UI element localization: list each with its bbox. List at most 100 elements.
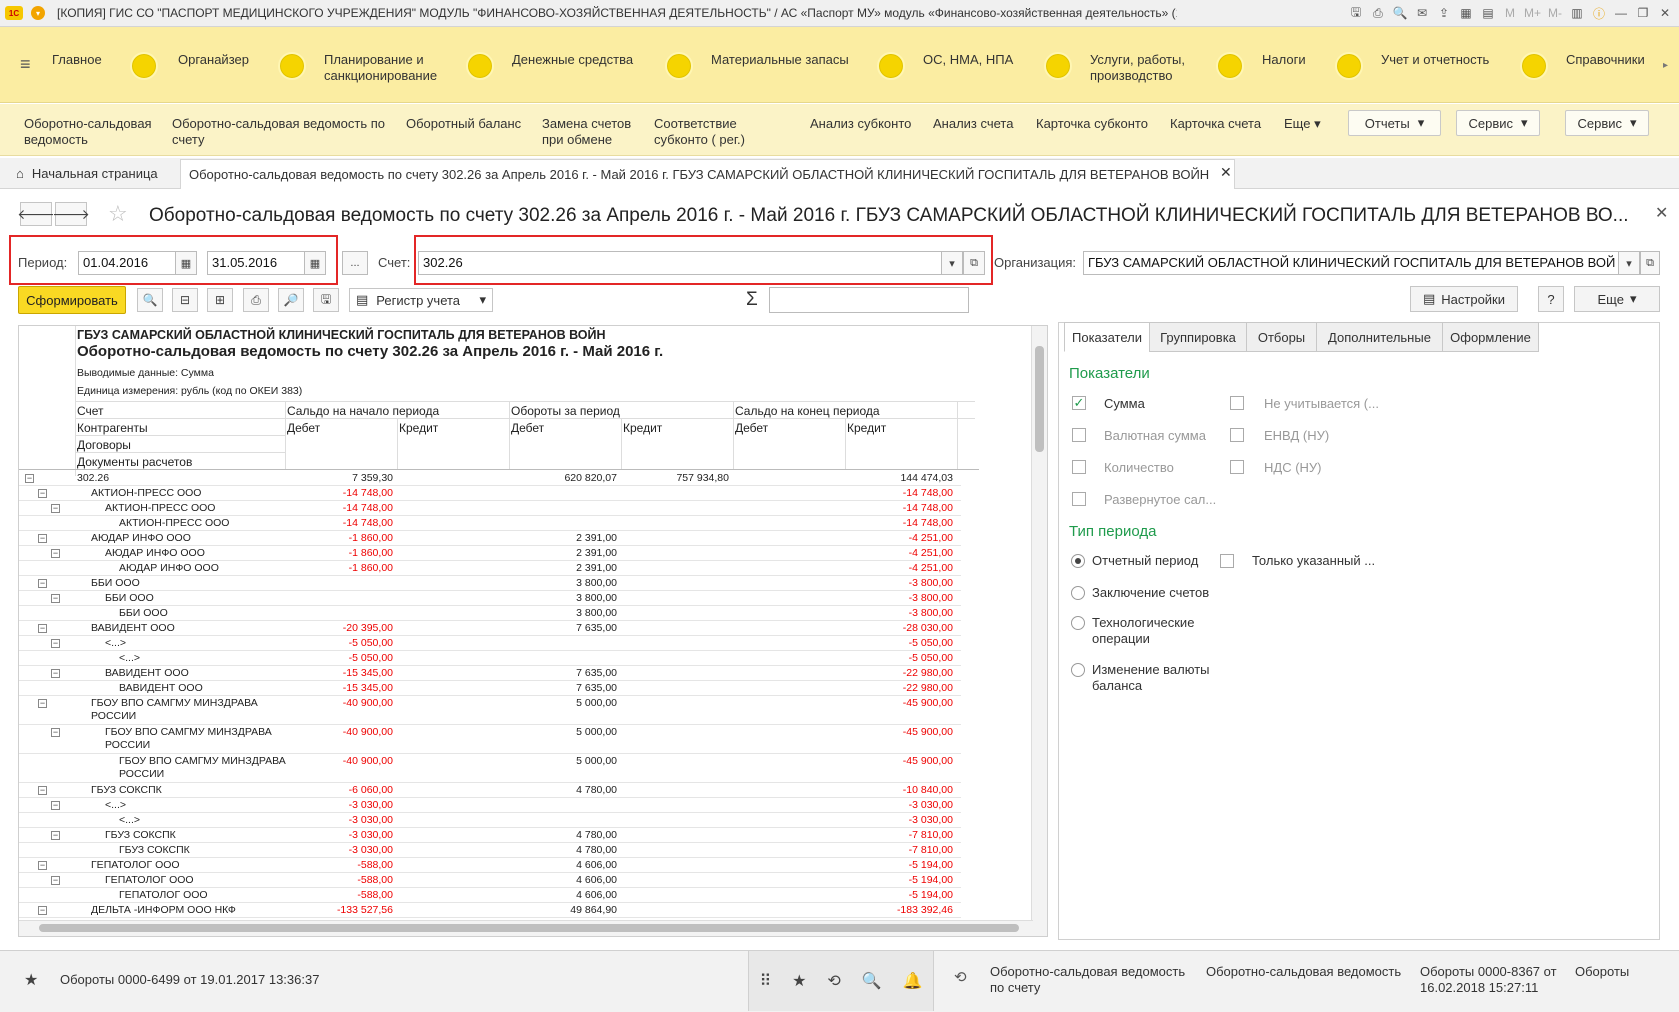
tab-filters[interactable]: Отборы [1246,322,1317,352]
checkbox-vat[interactable] [1230,460,1244,474]
grid-icon[interactable]: ⠿ [759,971,771,991]
history-item[interactable]: Обороты [1575,964,1629,980]
table-row[interactable]: − ВАВИДЕНТ ООО -20 395,00 7 635,00 -28 030,0… [19,621,961,636]
calendar-icon[interactable]: ▦ [175,251,197,275]
tab-indicators[interactable]: Показатели [1064,322,1150,352]
calc-icon[interactable]: ▦ [1458,6,1474,20]
report-hscrollbar[interactable] [19,920,1033,936]
checkbox-envd[interactable] [1230,428,1244,442]
calendar-icon[interactable]: ▦ [304,251,326,275]
section-main[interactable]: Главное [52,27,102,103]
section-cash[interactable]: Денежные средства [466,27,633,103]
section-catalogs[interactable]: Справочники [1520,27,1645,103]
table-row[interactable]: − ГБОУ ВПО САМГМУ МИНЗДРАВА РОССИИ -40 900… [19,725,961,754]
save-icon[interactable]: 🖫 [313,288,339,312]
org-dropdown-icon[interactable]: ▾ [1618,251,1640,275]
collapse-toggle-icon[interactable]: − [38,624,47,633]
table-row[interactable]: − ББИ ООО 3 800,00 -3 800,00 [19,591,961,606]
table-row[interactable]: ГБУЗ СОКСПК -3 030,00 4 780,00 -7 810,00 [19,843,961,858]
export-icon[interactable]: ⇪ [1436,6,1452,20]
form-close-icon[interactable]: ✕ [1655,203,1668,223]
collapse-toggle-icon[interactable]: − [51,831,60,840]
radio-currency-change[interactable] [1071,663,1085,677]
calendar-icon[interactable]: ▤ [1480,6,1496,20]
search-icon[interactable]: 🔍 [137,288,163,312]
reports-button[interactable]: Отчеты ▾ [1348,110,1441,136]
radio-tech-operations[interactable] [1071,616,1085,630]
collapse-toggle-icon[interactable]: − [51,594,60,603]
table-row[interactable]: ББИ ООО 3 800,00 -3 800,00 [19,606,961,621]
maximize-icon[interactable]: ❐ [1635,6,1651,20]
cmd-osv[interactable]: Оборотно-сальдовая ведомость [24,116,159,148]
expand-icon[interactable]: ⊞ [207,288,233,312]
cmd-osv-account[interactable]: Оборотно-сальдовая ведомость по счету [172,116,387,148]
date-from-input[interactable]: 01.04.2016 [78,251,176,275]
close-icon[interactable]: ✕ [1657,6,1673,20]
collapse-toggle-icon[interactable]: − [38,861,47,870]
collapse-toggle-icon[interactable]: − [38,786,47,795]
tab-home[interactable]: ⌂ Начальная страница [16,166,158,181]
history-item[interactable]: Обороты 0000-8367 от 16.02.2018 15:27:11 [1420,964,1560,996]
print-icon[interactable]: ⎙ [243,288,269,312]
collapse-toggle-icon[interactable]: − [25,474,34,483]
collapse-toggle-icon[interactable]: − [38,906,47,915]
table-row[interactable]: − ГБУЗ СОКСПК -3 030,00 4 780,00 -7 810,00 [19,828,961,843]
register-select[interactable]: ▤ Регистр учета ▾ [349,288,493,312]
table-row[interactable]: АЮДАР ИНФО ООО -1 860,00 2 391,00 -4 251,00 [19,561,961,576]
bell-icon[interactable]: 🔔 [903,971,923,991]
save-icon[interactable]: 🖫 [1348,3,1364,24]
date-to-input[interactable]: 31.05.2016 [207,251,305,275]
org-input[interactable]: ГБУЗ САМАРСКИЙ ОБЛАСТНОЙ КЛИНИЧЕСКИЙ ГОС… [1083,251,1619,275]
cmd-account-replace[interactable]: Замена счетов при обмене [542,116,642,148]
table-row[interactable]: − ГБУЗ СОКСПК -6 060,00 4 780,00 -10 840,00 [19,783,961,798]
cmd-subconto-analysis[interactable]: Анализ субконто [810,116,911,132]
section-assets[interactable]: ОС, НМА, НПА [877,27,1013,103]
mem-mminus[interactable]: M- [1547,6,1563,20]
help-button[interactable]: ? [1538,286,1564,312]
main-menu-button[interactable]: ▾ [31,6,45,20]
tab-active-report[interactable]: Оборотно-сальдовая ведомость по счету 30… [180,159,1235,189]
table-row[interactable]: ГБОУ ВПО САМГМУ МИНЗДРАВА РОССИИ -40 900,… [19,754,961,783]
account-open-icon[interactable]: ⧉ [963,251,985,275]
table-row[interactable]: − ББИ ООО 3 800,00 -3 800,00 [19,576,961,591]
org-open-icon[interactable]: ⧉ [1640,251,1660,275]
report-vscrollbar[interactable] [1031,326,1047,936]
section-accounting[interactable]: Учет и отчетность [1335,27,1489,103]
table-row[interactable]: АКТИОН-ПРЕСС ООО -14 748,00 -14 748,00 [19,516,961,531]
section-organizer[interactable]: Органайзер [130,27,249,103]
scroll-thumb[interactable] [1035,346,1044,452]
settings-button[interactable]: ▤ Настройки [1410,286,1518,312]
mail-icon[interactable]: ✉ [1414,6,1430,20]
checkbox-sum[interactable]: ✓ [1072,396,1086,410]
section-materials[interactable]: Материальные запасы [665,27,849,103]
more-button[interactable]: Еще ▾ [1574,286,1660,312]
service-button-2[interactable]: Сервис ▾ [1565,110,1649,136]
tab-grouping[interactable]: Группировка [1149,322,1247,352]
cmd-subconto-match[interactable]: Соответствие субконто ( рег.) [654,116,794,148]
table-row[interactable]: − ГБОУ ВПО САМГМУ МИНЗДРАВА РОССИИ -40 900… [19,696,961,725]
cmd-turnover-balance[interactable]: Оборотный баланс [406,116,521,132]
section-taxes[interactable]: Налоги [1216,27,1306,103]
checkbox-not-counted[interactable] [1230,396,1244,410]
table-row[interactable]: − 302.26 7 359,30 620 820,07 757 934,80 144 4… [19,471,961,486]
back-button[interactable]: 🡐 [17,202,55,226]
menu-icon[interactable]: ≡ [20,55,38,73]
collapse-toggle-icon[interactable]: − [51,639,60,648]
history-item[interactable]: Оборотно-сальдовая ведомость [1206,964,1401,980]
table-row[interactable]: ГЕПАТОЛОГ ООО -588,00 4 606,00 -5 194,00 [19,888,961,903]
radio-reporting-period[interactable] [1071,554,1085,568]
panels-icon[interactable]: ▥ [1569,6,1585,20]
history-item[interactable]: Оборотно-сальдовая ведомость по счету [990,964,1190,996]
collapse-toggle-icon[interactable]: − [38,534,47,543]
scroll-right-icon[interactable]: ▸ [1663,60,1668,71]
collapse-toggle-icon[interactable]: − [38,489,47,498]
cmd-more[interactable]: Еще ▾ [1284,116,1321,132]
generate-button[interactable]: Сформировать [18,286,126,314]
section-services[interactable]: Услуги, работы, производство [1044,27,1194,103]
favorite-star-icon[interactable]: ☆ [108,201,128,227]
collapse-toggle-icon[interactable]: − [38,699,47,708]
tab-additional[interactable]: Дополнительные [1316,322,1443,352]
star-icon[interactable]: ★ [24,970,38,990]
status-last-doc[interactable]: Обороты 0000-6499 от 19.01.2017 13:36:37 [60,972,319,987]
cmd-account-card[interactable]: Карточка счета [1170,116,1261,132]
